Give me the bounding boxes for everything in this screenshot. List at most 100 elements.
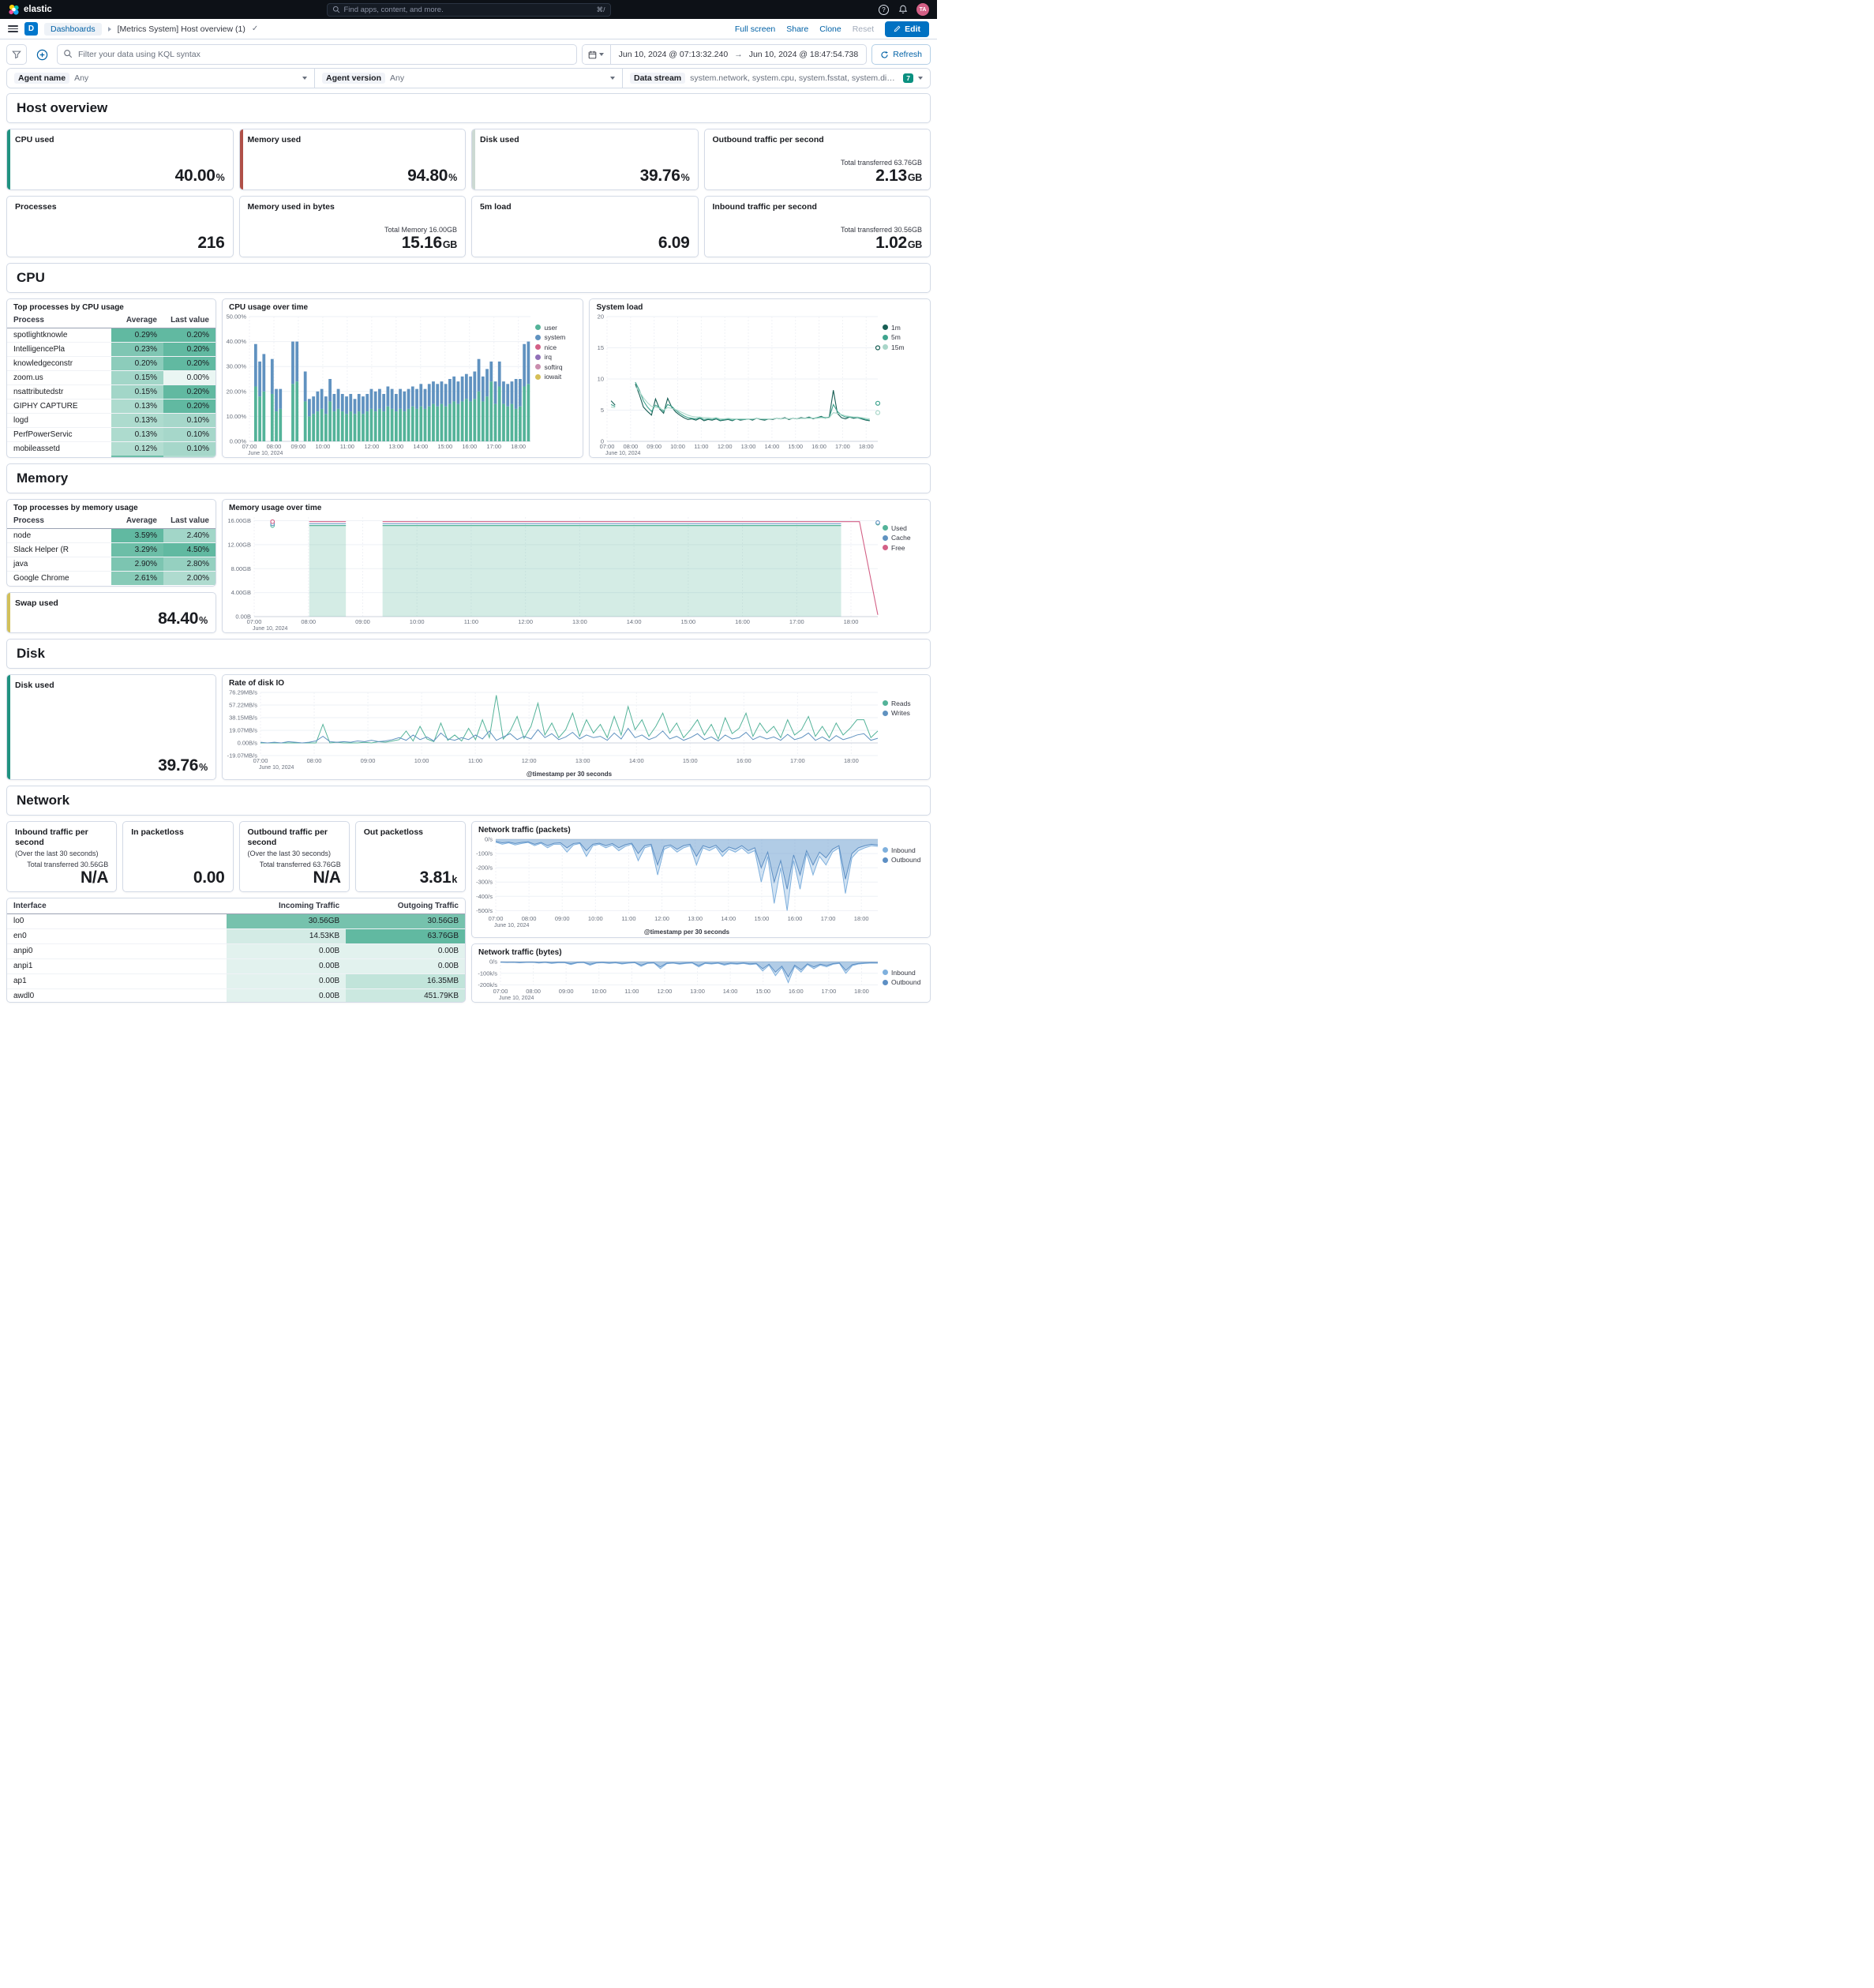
metric-value: 39.76% [15, 757, 208, 774]
column-header[interactable]: Last value [163, 313, 216, 328]
elastic-home-link[interactable]: elastic [8, 4, 52, 16]
legend-item[interactable]: Cache [883, 534, 925, 542]
metric-panel: Disk used 39.76% [6, 674, 216, 780]
date-to[interactable]: Jun 10, 2024 @ 18:47:54.738 [749, 50, 859, 59]
memory-usage-chart[interactable]: 07:00 June 10, 2024 08:00 09:00 10:00 11:00 12… [223, 512, 883, 632]
legend-item[interactable]: Outbound [883, 978, 925, 986]
network-bytes-chart[interactable]: 07:00 June 10, 2024 08:00 09:00 10:00 11:00 12… [472, 957, 883, 1002]
svg-text:08:00: 08:00 [267, 443, 282, 450]
column-header[interactable]: Process [7, 313, 111, 328]
metric-panel: Out packetloss 3.81k [354, 821, 466, 892]
column-header[interactable]: Interface [7, 898, 227, 914]
system-load-chart[interactable]: 07:00 June 10, 2024 08:00 09:00 10:00 11:00 12… [590, 312, 883, 457]
svg-text:20.00%: 20.00% [227, 388, 247, 395]
metric-number: 0.00 [193, 868, 225, 887]
legend-item[interactable]: system [535, 333, 578, 341]
clone-button[interactable]: Clone [819, 24, 841, 34]
control-label: Agent name [14, 73, 70, 84]
legend-item[interactable]: 5m [883, 333, 925, 341]
legend-item[interactable]: nice [535, 343, 578, 351]
legend-label: Outbound [891, 978, 921, 986]
legend-item[interactable]: Inbound [883, 969, 925, 977]
saved-check-icon[interactable]: ✓ [252, 24, 258, 33]
svg-text:14:00: 14:00 [413, 443, 428, 450]
control-value: Any [390, 73, 405, 83]
metric-title: In packetloss [131, 827, 184, 837]
control-agent-version[interactable]: Agent version Any [315, 69, 623, 88]
column-header[interactable]: Average [111, 313, 163, 328]
legend-item[interactable]: softirq [535, 363, 578, 371]
metric-panel: In packetloss 0.00 [122, 821, 234, 892]
date-from[interactable]: Jun 10, 2024 @ 07:13:32.240 [619, 50, 729, 59]
legend-label: irq [544, 353, 552, 361]
chevron-down-icon [918, 77, 923, 80]
control-agent-name[interactable]: Agent name Any [7, 69, 315, 88]
svg-text:12:00: 12:00 [522, 757, 537, 764]
metric-value: 0.00 [131, 868, 225, 887]
reset-button[interactable]: Reset [853, 24, 874, 34]
svg-text:June 10, 2024: June 10, 2024 [259, 765, 294, 771]
column-header[interactable]: Last value [163, 514, 216, 529]
legend-label: Free [891, 543, 905, 552]
svg-text:4.00GB: 4.00GB [231, 589, 251, 596]
global-search-input[interactable] [343, 5, 593, 14]
full-screen-button[interactable]: Full screen [735, 24, 775, 34]
refresh-button[interactable]: Refresh [871, 44, 931, 65]
legend-item[interactable]: Inbound [883, 846, 925, 854]
breadcrumb-dashboards[interactable]: Dashboards [44, 22, 102, 36]
column-header[interactable]: Outgoing Traffic [346, 898, 465, 914]
column-header[interactable]: Process [7, 514, 111, 529]
svg-text:09:00: 09:00 [647, 443, 662, 450]
svg-text:08:00: 08:00 [307, 757, 322, 764]
column-header[interactable]: Incoming Traffic [227, 898, 347, 914]
disk-io-chart[interactable]: 07:00 June 10, 2024 08:00 09:00 10:00 11:00 12… [223, 688, 883, 779]
share-button[interactable]: Share [786, 24, 808, 34]
chart-legend: Inbound Outbound [883, 957, 930, 1002]
table-row: Google Chrome 2.61% 2.00% [7, 570, 216, 585]
cpu-usage-chart[interactable]: 07:00 June 10, 2024 08:00 09:00 10:00 11:00 12… [223, 312, 535, 457]
add-filter-button[interactable] [32, 44, 52, 65]
legend-item[interactable]: iowait [535, 373, 578, 381]
cell-value: 0.10% [163, 412, 216, 427]
table-title: Top processes by memory usage [13, 504, 138, 512]
legend-item[interactable]: Outbound [883, 856, 925, 864]
table-row: logd 0.13% 0.10% [7, 412, 216, 427]
control-data-stream[interactable]: Data stream system.network, system.cpu, … [623, 69, 930, 88]
column-header[interactable]: Average [111, 514, 163, 529]
svg-text:13:00: 13:00 [572, 618, 587, 625]
cell-label: PerfPowerServic [7, 426, 111, 441]
help-icon[interactable]: ? [879, 4, 889, 15]
date-range[interactable]: Jun 10, 2024 @ 07:13:32.240 → Jun 10, 20… [611, 50, 867, 59]
global-search[interactable]: ⌘/ [326, 2, 611, 17]
data-table: Process Average Last value spotlightknowle 0… [7, 313, 216, 456]
legend-item[interactable]: Free [883, 544, 925, 552]
table-row: ap1 0.00B 16.35MB [7, 973, 465, 988]
cell-label: en0 [7, 928, 227, 943]
metric-stripe [7, 593, 10, 632]
cell-value: 0.20% [163, 355, 216, 370]
calendar-button[interactable] [582, 45, 611, 64]
edit-button[interactable]: Edit [885, 21, 929, 37]
dashboard-app-icon[interactable]: D [24, 22, 38, 36]
table-title: Top processes by CPU usage [13, 303, 124, 312]
notifications-bell-icon[interactable] [897, 4, 909, 16]
menu-hamburger-icon[interactable] [8, 25, 18, 32]
svg-text:12:00: 12:00 [658, 988, 673, 995]
metric-title: CPU used [15, 135, 54, 144]
filter-menu-button[interactable] [6, 44, 27, 65]
legend-item[interactable]: 15m [883, 343, 925, 351]
cell-label: node [7, 527, 111, 542]
legend-item[interactable]: user [535, 324, 578, 332]
legend-item[interactable]: irq [535, 353, 578, 361]
kql-query-input[interactable] [57, 44, 577, 65]
svg-text:14:00: 14:00 [721, 915, 736, 922]
svg-text:-400/s: -400/s [476, 893, 493, 900]
legend-item[interactable]: 1m [883, 324, 925, 332]
legend-item[interactable]: Reads [883, 700, 925, 707]
network-packets-chart[interactable]: 07:00 June 10, 2024 08:00 09:00 10:00 11:00 12… [472, 835, 883, 937]
user-avatar[interactable]: TA [916, 3, 929, 16]
legend-item[interactable]: Used [883, 524, 925, 532]
chart-title: System load [596, 303, 643, 312]
legend-item[interactable]: Writes [883, 709, 925, 717]
interface-table: Interface Incoming Traffic Outgoing Traffi… [7, 898, 465, 1002]
